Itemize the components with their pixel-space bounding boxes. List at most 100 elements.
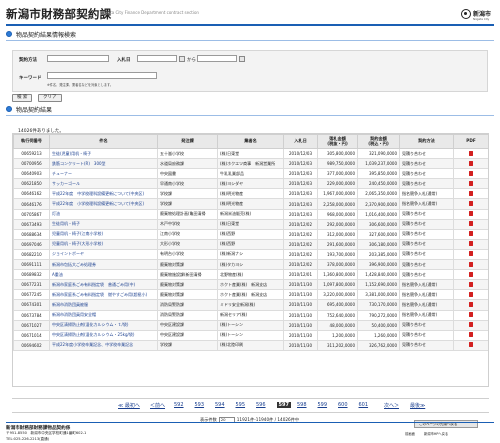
contract-method-select[interactable] — [47, 55, 109, 62]
item-name-cell[interactable]: A重油 — [49, 269, 158, 281]
pdf-icon[interactable] — [469, 221, 473, 227]
contract-amount-cell: 1,016,400,0000 — [357, 208, 400, 220]
item-name-cell[interactable]: 平成22年度小学校卒業記念、中学校卒業記念 — [49, 339, 158, 351]
date-from-input[interactable] — [137, 55, 177, 62]
pdf-icon[interactable] — [469, 160, 473, 166]
section-divider — [6, 40, 494, 41]
pdf-icon[interactable] — [469, 322, 473, 328]
contract-amount-cell: 203,385,0000 — [357, 248, 400, 261]
pdf-icon[interactable] — [469, 190, 473, 196]
pager-first-link[interactable]: ≪ 最初へ — [118, 402, 140, 409]
column-header: 執行伺番号 — [13, 134, 50, 149]
vendor-name-cell: (株)日東堂 — [217, 147, 284, 160]
contract-number-cell: 00689832 — [13, 269, 50, 281]
pager-next-link[interactable]: 次へ＞ — [384, 402, 399, 409]
table-row: 00694602 平成22年度小学校卒業記念、中学校卒業記念 学校課 (株)北陸印刷 2… — [13, 339, 488, 351]
results-table: 執行伺番号 件名 発注課 業者名 入札日 落札金額 (税抜・円) 契約金額 (税込・円) 契約… — [13, 134, 488, 351]
pdf-icon[interactable] — [469, 170, 473, 176]
bid-date-cell: 2010/12/02 — [283, 218, 318, 230]
pager-page-link[interactable]: 593 — [195, 402, 205, 408]
item-name-cell[interactable]: 平成22年度 中学校理科設備更新について(中央区) — [49, 188, 158, 200]
pager-page-link[interactable]: 594 — [215, 402, 225, 408]
item-name-cell[interactable]: 灯油 — [49, 208, 158, 220]
city-emblem-icon[interactable] — [461, 9, 471, 19]
table-row: 00674301 新潟市消防団員被服 消防局警防課 ミドリ安全新潟(株) 2010/11… — [13, 299, 488, 311]
item-name-cell[interactable]: サッカーゴール — [49, 178, 158, 190]
calendar-from-icon[interactable] — [179, 55, 185, 62]
item-name-cell[interactable]: チューナー — [49, 168, 158, 180]
contract-number-cell: 00694602 — [13, 339, 50, 351]
pager-page-link[interactable]: 600 — [338, 402, 348, 408]
winning-bid-cell: 305,800,0000 — [317, 147, 358, 160]
pdf-icon[interactable] — [469, 261, 473, 267]
pdf-icon[interactable] — [469, 332, 473, 338]
pdf-icon[interactable] — [469, 211, 473, 217]
item-name-cell[interactable]: 新潟市包括大ごみ処理券 — [49, 259, 158, 271]
pdf-icon[interactable] — [469, 271, 473, 277]
item-name-cell[interactable]: 児童用机・椅子(江南小学校) — [49, 228, 158, 240]
pdf-cell — [453, 289, 488, 301]
clear-button[interactable]: クリア — [38, 94, 62, 102]
pager-last-link[interactable]: 最後≫ — [410, 402, 425, 409]
item-name-cell[interactable]: 中央区清掃防止剤(湿化カルシウム・ｔ/袋) — [49, 319, 158, 331]
pager-page-link[interactable]: 596 — [256, 402, 266, 408]
item-name-cell[interactable]: 新潟市消防団員被服 — [49, 299, 158, 311]
keyword-input[interactable] — [47, 72, 157, 79]
date-to-input[interactable] — [197, 55, 237, 62]
pagination: ≪ 最初へ ＜前へ 592 593 594 595 596 597 598 599 600 601 次へ… — [118, 402, 448, 410]
pdf-icon[interactable] — [469, 231, 473, 237]
vendor-name-cell: (株)北陸印刷 — [217, 339, 284, 351]
footer-tel: TEL:025-226-2213(直通) — [6, 437, 50, 441]
calendar-to-icon[interactable] — [239, 55, 245, 62]
ordering-dept-cell: 廃棄物処理計画(亀田清掃 — [157, 208, 218, 220]
pdf-icon[interactable] — [469, 312, 473, 318]
pdf-cell — [453, 198, 488, 210]
pager-page-link[interactable]: 592 — [174, 402, 184, 408]
pager-page-link[interactable]: 598 — [297, 402, 307, 408]
ordering-dept-cell: 木戸中学校 — [157, 218, 218, 230]
pdf-icon[interactable] — [469, 150, 473, 156]
winning-bid-cell: 1,097,800,0000 — [317, 279, 358, 291]
pdf-icon[interactable] — [469, 342, 473, 348]
pager-page-link[interactable]: 599 — [318, 402, 328, 408]
pager-page-link[interactable]: 595 — [236, 402, 246, 408]
item-name-cell[interactable]: 生徒(児童)用机・椅子 — [49, 147, 158, 160]
city-hp-link[interactable]: 新潟市HPへ戻る — [424, 432, 448, 436]
contract-amount-cell: 395,850,0000 — [357, 168, 400, 180]
header-divider — [6, 24, 494, 26]
item-name-cell[interactable]: 新潟市消防団員用安全帽 — [49, 309, 158, 321]
item-name-cell[interactable]: 新潟市家庭系ごみ有料指定袋 普通ごみ用(中) — [49, 279, 158, 291]
contract-method-cell: 指名競争入札(通常) — [399, 188, 454, 200]
back-link[interactable]: 前画面 — [405, 432, 415, 436]
contract-amount-cell: 306,600,0000 — [357, 218, 400, 230]
pager-page-link[interactable]: 601 — [359, 402, 369, 408]
site-title: 新潟市財務部契約課 — [6, 7, 112, 21]
contract-number-cell: 00700956 — [13, 158, 50, 170]
contract-method-cell: 指名競争入札(通常) — [399, 289, 454, 301]
item-name-cell[interactable]: 鉄筋コンクリート(R) 300型 — [49, 158, 158, 170]
pdf-icon[interactable] — [469, 281, 473, 287]
pdf-icon[interactable] — [469, 241, 473, 247]
pdf-icon[interactable] — [469, 201, 473, 207]
bid-date-cell: 2010/11/30 — [283, 299, 318, 311]
ordering-dept-cell: 有明台小学校 — [157, 248, 218, 261]
ordering-dept-cell: 廃棄物対策課 — [157, 279, 218, 291]
item-name-cell[interactable]: 児童用机・椅子(大形小学校) — [49, 238, 158, 250]
bid-date-cell: 2010/12/01 — [283, 269, 318, 281]
search-button[interactable]: 検 索 — [12, 94, 33, 102]
table-row: 00705867 灯油 廃棄物処理計画(亀田清掃 新潟米油販売(株) 2010/12/0… — [13, 208, 488, 220]
pdf-icon[interactable] — [469, 251, 473, 257]
pager-prev-link[interactable]: ＜前へ — [150, 402, 165, 409]
pdf-icon[interactable] — [469, 301, 473, 307]
item-name-cell[interactable]: 新潟市家庭系ごみ有料指定袋 燃やすごみ用(超極小) — [49, 289, 158, 301]
pdf-icon[interactable] — [469, 180, 473, 186]
item-name-cell[interactable]: 平成22年度 小学校理科設備更新について(中央区) — [49, 198, 158, 210]
item-name-cell[interactable]: 生徒用机・椅子 — [49, 218, 158, 230]
item-name-cell[interactable]: ジョイントボーヤ — [49, 248, 158, 261]
date-label: 入札日 — [117, 58, 131, 63]
contract-number-cell: 00621850 — [13, 178, 50, 190]
item-name-cell[interactable]: 中央区清掃防止剤(湿化カルシウム・25kg/袋) — [49, 329, 158, 341]
pdf-icon[interactable] — [469, 291, 473, 297]
vendor-name-cell: (株)トーシン — [217, 319, 284, 331]
winning-bid-cell: 1,360,800,0000 — [317, 269, 358, 281]
